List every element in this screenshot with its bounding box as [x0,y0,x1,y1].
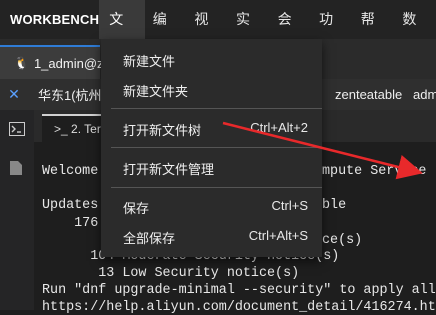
menu-item-new-folder[interactable]: 新建文件夹 [101,75,322,105]
terminal-line: 13 Low Security notice(s) [42,266,300,281]
terminal-line: mpute Service [322,164,427,179]
terminal-line: https://help.aliyun.com/document_detail/… [42,300,436,315]
terminal-line: ce(s) [322,233,363,248]
terminal-icon[interactable] [9,122,25,136]
menu-divider [111,147,322,148]
menu-divider [111,187,322,188]
menu-item-label: 全部保存 [123,231,176,246]
menu-item-open-file-manager[interactable]: 打开新文件管理 [101,153,322,183]
menu-item-shortcut: Ctrl+Alt+S [248,228,308,243]
prompt-icon: >_ [54,122,72,136]
terminal-line: 176 [42,216,99,231]
user-label[interactable]: adm [413,87,436,102]
file-menu-dropdown: 新建文件 新建文件夹 打开新文件树 Ctrl+Alt+2 打开新文件管理 保存 … [101,39,322,257]
terminal-tab-label: 2. Ter [71,122,101,136]
top-menu-bar: WORKBENCH 文件 编辑 视图 实例 会话 功能 帮助 数据 [0,0,436,66]
menu-item-label: 打开新文件树 [123,123,202,138]
menu-divider [111,108,322,109]
menu-edit[interactable]: 编辑 [145,0,187,66]
menu-item-new-file[interactable]: 新建文件 [101,45,322,75]
menu-item-save[interactable]: 保存 Ctrl+S [101,192,322,222]
terminal-line: Run "dnf upgrade-minimal --security" to … [42,283,436,298]
menu-item-label: 新建文件 [123,54,176,69]
terminal-line: ble [322,198,347,213]
menu-session[interactable]: 会话 [270,0,312,66]
menu-view[interactable]: 视图 [186,0,228,66]
region-label: 华东1(杭州 [38,88,102,103]
menu-item-shortcut: Ctrl+S [271,198,308,213]
menu-item-label: 打开新文件管理 [123,162,215,177]
session-tab-label: 1_admin@ze [33,55,111,71]
menu-help[interactable]: 帮助 [353,0,395,66]
menu-instance[interactable]: 实例 [228,0,270,66]
menu-file[interactable]: 文件 [99,0,145,66]
linux-icon: 🐧 [14,56,29,70]
terminal-line: Welcome [42,164,99,179]
menu-item-label: 保存 [123,201,150,216]
menu-item-shortcut: Ctrl+Alt+2 [250,120,308,135]
left-sidebar [0,110,34,310]
database-label[interactable]: zenteatable [335,87,402,102]
menu-item-open-file-tree[interactable]: 打开新文件树 Ctrl+Alt+2 [101,114,322,144]
menu-features[interactable]: 功能 [311,0,353,66]
menu-data[interactable]: 数据 [394,0,436,66]
app-brand: WORKBENCH [10,12,100,27]
menu-item-label: 新建文件夹 [123,84,189,99]
file-icon[interactable] [9,160,25,175]
session-tab[interactable]: 🐧 1_admin@ze [0,45,111,79]
close-x-icon[interactable]: ✕ [0,86,28,103]
terminal-line: Updates [42,198,99,213]
menu-item-save-all[interactable]: 全部保存 Ctrl+Alt+S [101,222,322,252]
